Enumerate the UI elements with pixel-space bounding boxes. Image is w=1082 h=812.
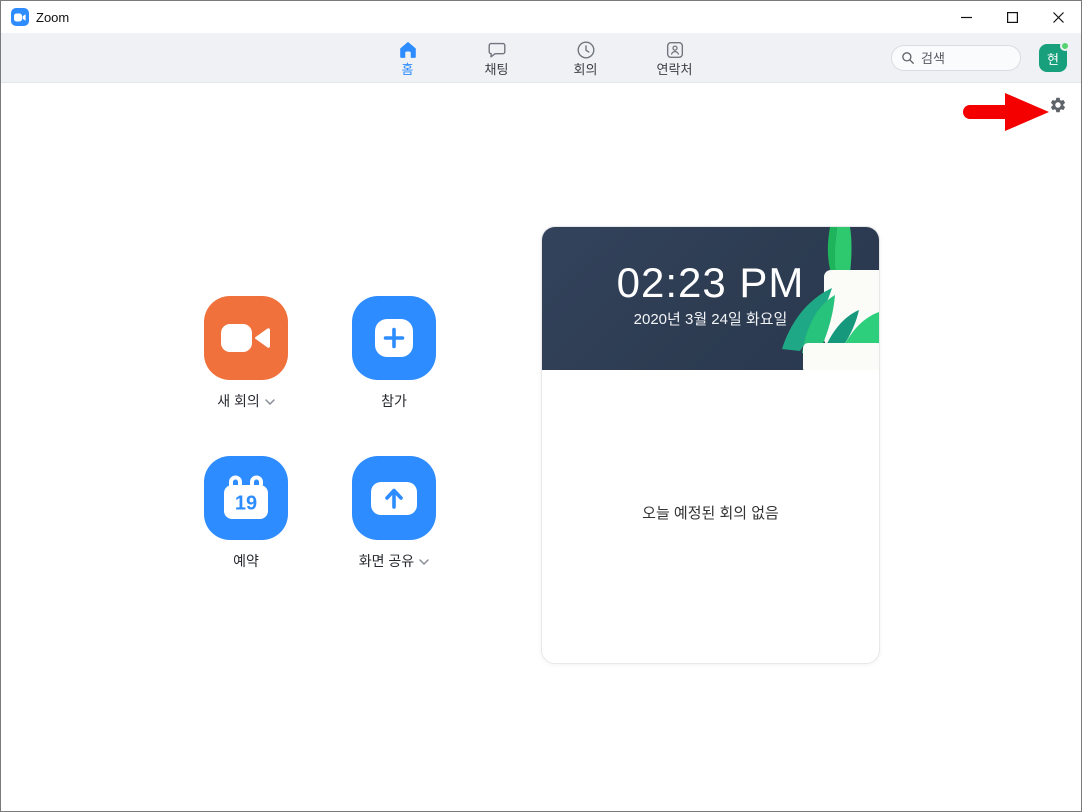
meetings-card: 02:23 PM 2020년 3월 24일 화요일 오늘 예정된 회의 없음	[541, 226, 880, 664]
action-schedule: 19 예약	[204, 456, 288, 571]
join-label: 참가	[381, 393, 407, 409]
main-content: 새 회의 참가 19 예약 화면 공유 02:23 PM 2020년 3월 24…	[1, 83, 1081, 811]
no-meetings-message: 오늘 예정된 회의 없음	[642, 505, 779, 522]
schedule-label: 예약	[233, 553, 259, 569]
new-meeting-label-row: 새 회의	[176, 391, 316, 411]
search-icon	[902, 52, 914, 64]
home-icon	[399, 41, 416, 58]
tab-chat-label: 채팅	[484, 62, 509, 77]
calendar-day-number: 19	[235, 493, 257, 515]
avatar-initial: 현	[1047, 51, 1059, 67]
schedule-button[interactable]: 19	[204, 456, 288, 540]
action-join: 참가	[352, 296, 436, 411]
meetings-clock-icon	[577, 41, 594, 59]
action-new-meeting: 새 회의	[204, 296, 288, 411]
settings-gear-icon[interactable]	[1049, 96, 1067, 114]
nav-tabs: 홈 채팅 회의 연락처	[363, 33, 719, 83]
presence-status-dot	[1060, 41, 1070, 51]
join-label-row: 참가	[324, 391, 464, 411]
tab-home[interactable]: 홈	[363, 33, 452, 83]
chat-icon	[488, 42, 505, 58]
tab-contacts-label: 연락처	[656, 62, 693, 77]
title-bar: Zoom	[1, 1, 1081, 33]
search-box[interactable]	[891, 45, 1021, 71]
schedule-label-row: 예약	[176, 551, 316, 571]
chevron-down-icon[interactable]	[419, 559, 429, 565]
plus-icon	[375, 319, 413, 357]
red-arrow-annotation	[963, 93, 1049, 131]
avatar[interactable]: 현	[1039, 41, 1070, 72]
video-camera-glyph	[14, 13, 26, 21]
window-controls	[943, 1, 1081, 33]
video-camera-icon	[221, 324, 270, 352]
action-share-screen: 화면 공유	[352, 456, 436, 571]
nav-bar: 홈 채팅 회의 연락처 검색 현	[1, 33, 1081, 83]
search-input[interactable]	[921, 50, 1011, 66]
join-button[interactable]	[352, 296, 436, 380]
new-meeting-button[interactable]	[204, 296, 288, 380]
tab-chat[interactable]: 채팅	[452, 33, 541, 83]
tab-home-label: 홈	[401, 62, 414, 77]
new-meeting-label: 새 회의	[217, 393, 260, 409]
chevron-down-icon[interactable]	[265, 399, 275, 405]
close-button[interactable]	[1035, 1, 1081, 33]
minimize-button[interactable]	[943, 1, 989, 33]
clock-banner: 02:23 PM 2020년 3월 24일 화요일	[542, 227, 879, 370]
share-screen-label-row: 화면 공유	[324, 551, 464, 571]
tab-meetings[interactable]: 회의	[541, 33, 630, 83]
maximize-button[interactable]	[989, 1, 1035, 33]
tab-meetings-label: 회의	[573, 62, 598, 77]
zoom-app-icon	[11, 8, 29, 26]
zoom-window: Zoom 홈 채팅 회의 연락처 검색 현 새 회의 참가 19 예약 화면 공…	[0, 0, 1082, 812]
plant-illustration	[782, 227, 879, 370]
share-screen-label: 화면 공유	[358, 553, 415, 569]
window-title: Zoom	[36, 10, 70, 25]
tab-contacts[interactable]: 연락처	[630, 33, 719, 83]
share-screen-button[interactable]	[352, 456, 436, 540]
contacts-icon	[666, 41, 683, 59]
share-screen-arrow-icon	[371, 482, 417, 515]
calendar-icon: 19	[224, 475, 268, 519]
